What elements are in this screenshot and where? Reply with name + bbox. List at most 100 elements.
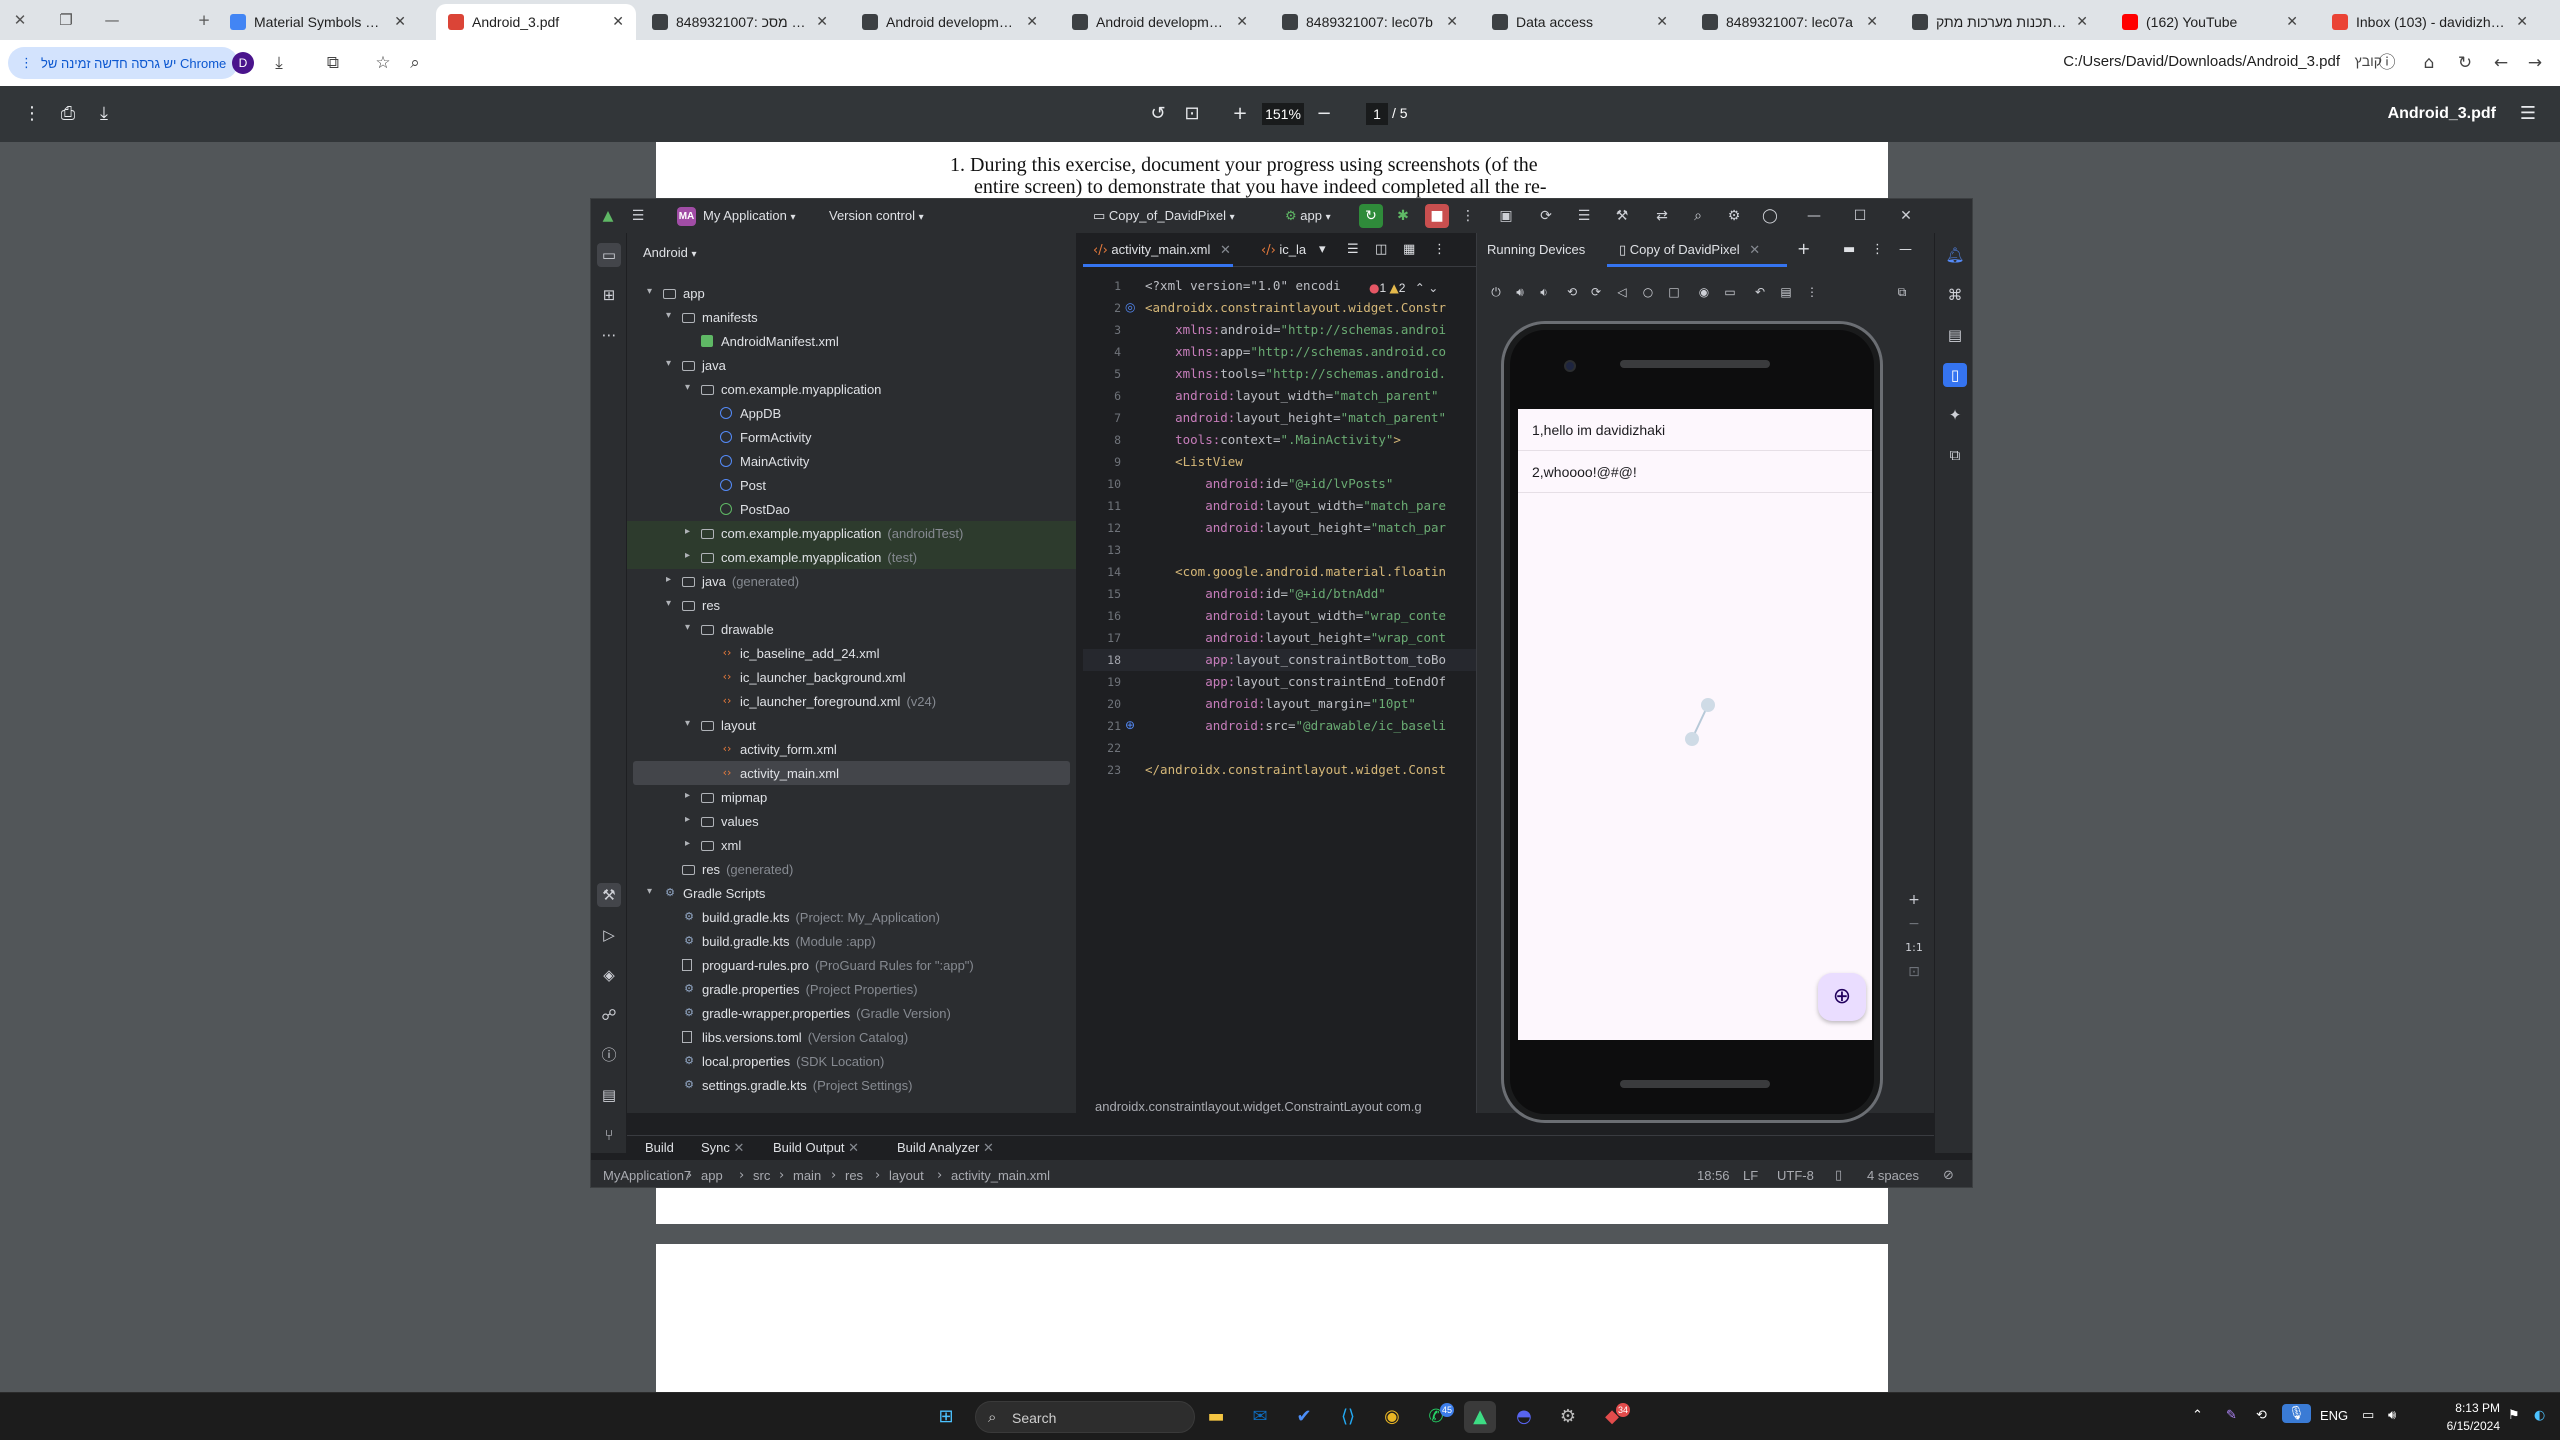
- editor-more-icon[interactable]: ⋮: [1433, 242, 1446, 257]
- widgets-icon[interactable]: ◐: [2534, 1408, 2545, 1423]
- zoom-lens-icon[interactable]: ⌕: [402, 50, 428, 76]
- editor-tab-ic-launcher[interactable]: ‹/› ic_la: [1261, 242, 1306, 258]
- emulator-screen[interactable]: 1,hello im davidizhaki 2,whoooo!@#@! ⊕: [1518, 409, 1872, 1040]
- tree-item[interactable]: proguard-rules.pro (ProGuard Rules for ":…: [627, 953, 1076, 977]
- project-name-dropdown[interactable]: My Application ▾: [703, 208, 795, 223]
- tree-item[interactable]: ▸ com.example.myapplication (test): [627, 545, 1076, 569]
- close-tab-icon[interactable]: ✕: [1656, 14, 1668, 30]
- zoom-in-icon[interactable]: +: [1226, 100, 1254, 128]
- update-chrome-button[interactable]: ⋮ יש גרסה חדשה זמינה של Chrome: [8, 47, 239, 79]
- back-icon[interactable]: ←: [2488, 50, 2514, 76]
- tree-item[interactable]: res (generated): [627, 857, 1076, 881]
- code-line[interactable]: 5 xmlns:tools="http://schemas.android.: [1083, 363, 1476, 385]
- page-number-input[interactable]: 1: [1366, 103, 1388, 125]
- zoom-actual-size[interactable]: 1:1: [1903, 937, 1925, 959]
- tabs-overflow-icon[interactable]: ▾: [1319, 242, 1326, 257]
- tree-item[interactable]: ▾ drawable: [627, 617, 1076, 641]
- zoom-in-icon[interactable]: +: [1903, 889, 1925, 911]
- show-hidden-icons-icon[interactable]: ⌃: [2192, 1408, 2203, 1423]
- download-icon[interactable]: ⤓: [266, 50, 292, 76]
- close-tab-icon[interactable]: ✕: [612, 14, 624, 30]
- sync-gradle-icon[interactable]: ☰: [1573, 205, 1595, 227]
- language-indicator[interactable]: ENG: [2320, 1408, 2348, 1423]
- notifications-bell-icon[interactable]: 🔔︎: [1943, 243, 1967, 267]
- tree-item[interactable]: ⚙ gradle-wrapper.properties (Gradle Versio…: [627, 1001, 1076, 1025]
- editor-tab-activity-main[interactable]: ‹/› activity_main.xml ✕: [1093, 242, 1231, 258]
- system-clock[interactable]: 8:13 PM 6/15/2024: [2420, 1399, 2500, 1435]
- taskbar-search[interactable]: ⌕ Search: [975, 1401, 1195, 1433]
- chevron-down-icon[interactable]: ▾: [666, 358, 671, 369]
- tree-item[interactable]: ⚙ settings.gradle.kts (Project Settings): [627, 1073, 1076, 1097]
- code-line[interactable]: 15 android:id="@+id/btnAdd": [1083, 583, 1476, 605]
- close-tab-icon[interactable]: ✕: [734, 1141, 745, 1156]
- close-tab-icon[interactable]: ✕: [848, 1141, 859, 1156]
- tree-item[interactable]: ▾ app: [627, 281, 1076, 305]
- close-tab-icon[interactable]: ✕: [1026, 14, 1038, 30]
- screen-record-icon[interactable]: ▭: [1721, 283, 1739, 301]
- close-tab-icon[interactable]: ✕: [1446, 14, 1458, 30]
- site-info-icon[interactable]: ⓘ: [2374, 50, 2400, 76]
- settings-icon[interactable]: ⚙: [1552, 1401, 1584, 1433]
- layout-toggle-icon[interactable]: ▬: [1843, 242, 1855, 257]
- gemini-sparkle-icon[interactable]: ✦: [1943, 403, 1967, 427]
- tree-item[interactable]: ▸ java (generated): [627, 569, 1076, 593]
- git-branch-icon[interactable]: ⑂: [597, 1123, 621, 1147]
- code-line[interactable]: 4 xmlns:app="http://schemas.android.co: [1083, 341, 1476, 363]
- close-tab-icon[interactable]: ✕: [2076, 14, 2088, 30]
- layout-preview-gutter-icon[interactable]: ◎: [1125, 300, 1135, 314]
- code-line[interactable]: 9 <ListView: [1083, 451, 1476, 473]
- code-line[interactable]: 12 android:layout_height="match_par: [1083, 517, 1476, 539]
- tree-item[interactable]: ‹› activity_main.xml: [633, 761, 1070, 785]
- list-item[interactable]: 2,whoooo!@#@!: [1518, 451, 1872, 493]
- logcat-icon[interactable]: ☍: [597, 1003, 621, 1027]
- close-tab-icon[interactable]: ✕: [2516, 14, 2528, 30]
- indent-setting[interactable]: 4 spaces: [1867, 1168, 1919, 1183]
- build-hammer-icon[interactable]: ⚒: [597, 883, 621, 907]
- chevron-right-icon[interactable]: ▸: [666, 574, 671, 585]
- tree-item[interactable]: PostDao: [627, 497, 1076, 521]
- code-line[interactable]: 8 tools:context=".MainActivity">: [1083, 429, 1476, 451]
- browser-tab[interactable]: 8489321007: lec07b ✕: [1270, 4, 1470, 40]
- power-icon[interactable]: ⏻: [1487, 283, 1505, 301]
- run-config-selector[interactable]: ⚙ app ▾: [1285, 208, 1331, 224]
- code-line[interactable]: 6 android:layout_width="match_parent": [1083, 385, 1476, 407]
- status-breadcrumb-item[interactable]: res: [845, 1168, 863, 1183]
- close-tab-icon[interactable]: ✕: [816, 14, 828, 30]
- build-output-tab[interactable]: Build Output ✕: [773, 1140, 859, 1156]
- main-menu-icon[interactable]: ☰: [627, 205, 649, 227]
- sync-tab[interactable]: Sync ✕: [701, 1140, 744, 1156]
- screenshot-icon[interactable]: ◉: [1695, 283, 1713, 301]
- split-view-icon[interactable]: ◫: [1375, 242, 1387, 257]
- account-icon[interactable]: ◯: [1759, 205, 1781, 227]
- close-tab-icon[interactable]: ✕: [1866, 14, 1878, 30]
- code-line[interactable]: 7 android:layout_height="match_parent": [1083, 407, 1476, 429]
- rotate-left-icon[interactable]: ⟲: [1563, 283, 1581, 301]
- browser-tab[interactable]: 8489321007: lec07a ✕: [1690, 4, 1890, 40]
- code-line[interactable]: 2 <androidx.constraintlayout.widget.Const…: [1083, 297, 1476, 319]
- tree-item[interactable]: ⚙ build.gradle.kts (Module :app): [627, 929, 1076, 953]
- tree-item[interactable]: ‹› ic_launcher_foreground.xml (v24): [627, 689, 1076, 713]
- add-fab-button[interactable]: ⊕: [1818, 973, 1866, 1021]
- apply-changes-icon[interactable]: ⇄: [1651, 205, 1673, 227]
- chevron-down-icon[interactable]: ▾: [685, 622, 690, 633]
- rotate-icon[interactable]: ↺: [1144, 100, 1172, 128]
- device-more-icon[interactable]: ⋮: [1803, 283, 1821, 301]
- list-item[interactable]: 1,hello im davidizhaki: [1518, 409, 1872, 451]
- chevron-right-icon[interactable]: ▸: [685, 550, 690, 561]
- tree-item[interactable]: ⚙ gradle.properties (Project Properties): [627, 977, 1076, 1001]
- project-view-selector[interactable]: Android ▾: [643, 245, 696, 260]
- reload-icon[interactable]: ↻: [2452, 50, 2478, 76]
- tree-item[interactable]: ‹› ic_launcher_background.xml: [627, 665, 1076, 689]
- device-manager-side-icon[interactable]: ⧉: [1943, 443, 1967, 467]
- lock-icon[interactable]: ⊘: [1943, 1168, 1954, 1183]
- search-icon[interactable]: ⌕: [1687, 205, 1709, 227]
- status-breadcrumb-item[interactable]: MyApplication7: [603, 1168, 691, 1183]
- browser-tab[interactable]: Android development ✕: [1060, 4, 1260, 40]
- volume-down-icon[interactable]: 🔉︎: [1535, 283, 1553, 301]
- tree-item[interactable]: AndroidManifest.xml: [627, 329, 1076, 353]
- code-line[interactable]: 11 android:layout_width="match_pare: [1083, 495, 1476, 517]
- code-area[interactable]: 1 <?xml version="1.0" encodi 2 <androidx.co…: [1083, 275, 1476, 1075]
- home-nav-icon[interactable]: ○: [1639, 283, 1657, 301]
- extensions-icon[interactable]: ⧉: [320, 50, 346, 76]
- file-explorer-icon[interactable]: ▬: [1200, 1401, 1232, 1433]
